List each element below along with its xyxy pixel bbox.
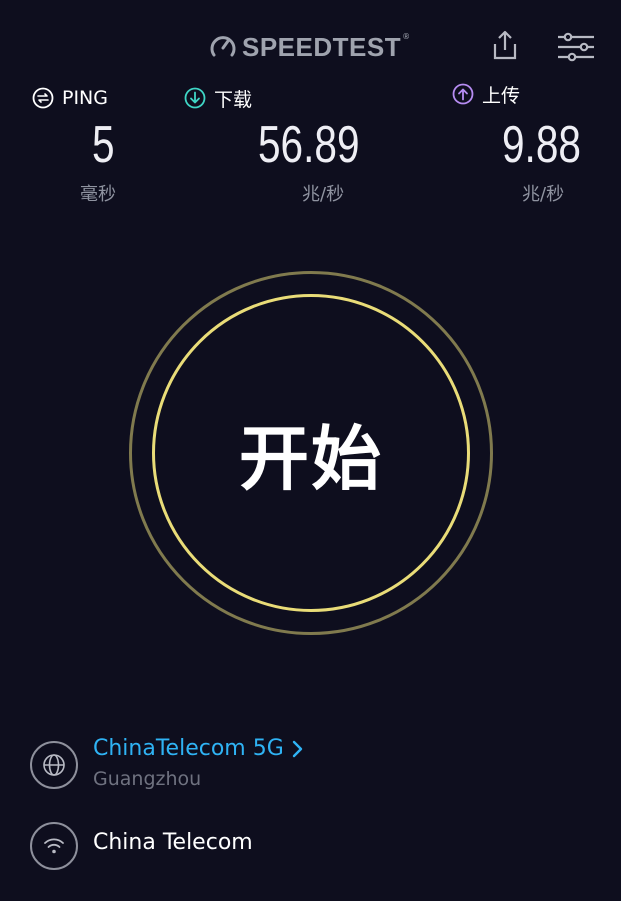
share-icon <box>493 30 517 60</box>
start-label: 开始 <box>239 417 383 500</box>
isp-info: China Telecom <box>30 820 590 870</box>
ping-metric: PING <box>32 84 192 112</box>
upload-metric: 上传 <box>452 83 612 108</box>
ping-icon <box>32 87 54 109</box>
chevron-right-icon <box>292 740 302 757</box>
share-button[interactable] <box>488 28 522 64</box>
upload-arrow-icon <box>452 83 474 105</box>
download-header: 下载 <box>184 84 344 112</box>
brand-name: SPEEDTEST <box>242 31 402 62</box>
sliders-icon <box>558 32 594 62</box>
ping-value: 5 <box>92 116 115 174</box>
download-arrow-icon <box>184 87 206 109</box>
globe-icon-wrap <box>30 741 78 789</box>
header: SPEEDTEST ® <box>0 0 621 90</box>
download-metric: 下载 <box>184 84 344 112</box>
registered-mark: ® <box>402 32 411 41</box>
ping-unit: 毫秒 <box>80 184 116 205</box>
speedometer-icon <box>210 36 236 57</box>
wifi-icon <box>44 838 64 854</box>
upload-value: 9.88 <box>502 116 581 174</box>
wifi-icon-wrap <box>30 822 78 870</box>
upload-label: 上传 <box>482 84 521 107</box>
upload-header: 上传 <box>452 80 612 108</box>
download-unit: 兆/秒 <box>302 184 345 205</box>
ping-label: PING <box>62 87 108 109</box>
isp-name: China Telecom <box>93 830 253 855</box>
globe-icon <box>43 754 65 776</box>
settings-button[interactable] <box>556 30 596 64</box>
start-button[interactable]: 开始 <box>152 294 470 612</box>
server-location: Guangzhou <box>93 768 202 790</box>
server-name[interactable]: ChinaTelecom 5G <box>93 736 304 761</box>
ping-header: PING <box>32 84 192 112</box>
server-selector[interactable]: ChinaTelecom 5G Guangzhou <box>30 736 590 792</box>
upload-unit: 兆/秒 <box>522 184 565 205</box>
speedtest-logo: SPEEDTEST ® <box>208 30 410 64</box>
server-name-text: ChinaTelecom 5G <box>93 736 284 761</box>
download-value: 56.89 <box>258 116 360 174</box>
start-button-area: 开始 <box>129 271 493 635</box>
download-label: 下载 <box>214 88 253 111</box>
